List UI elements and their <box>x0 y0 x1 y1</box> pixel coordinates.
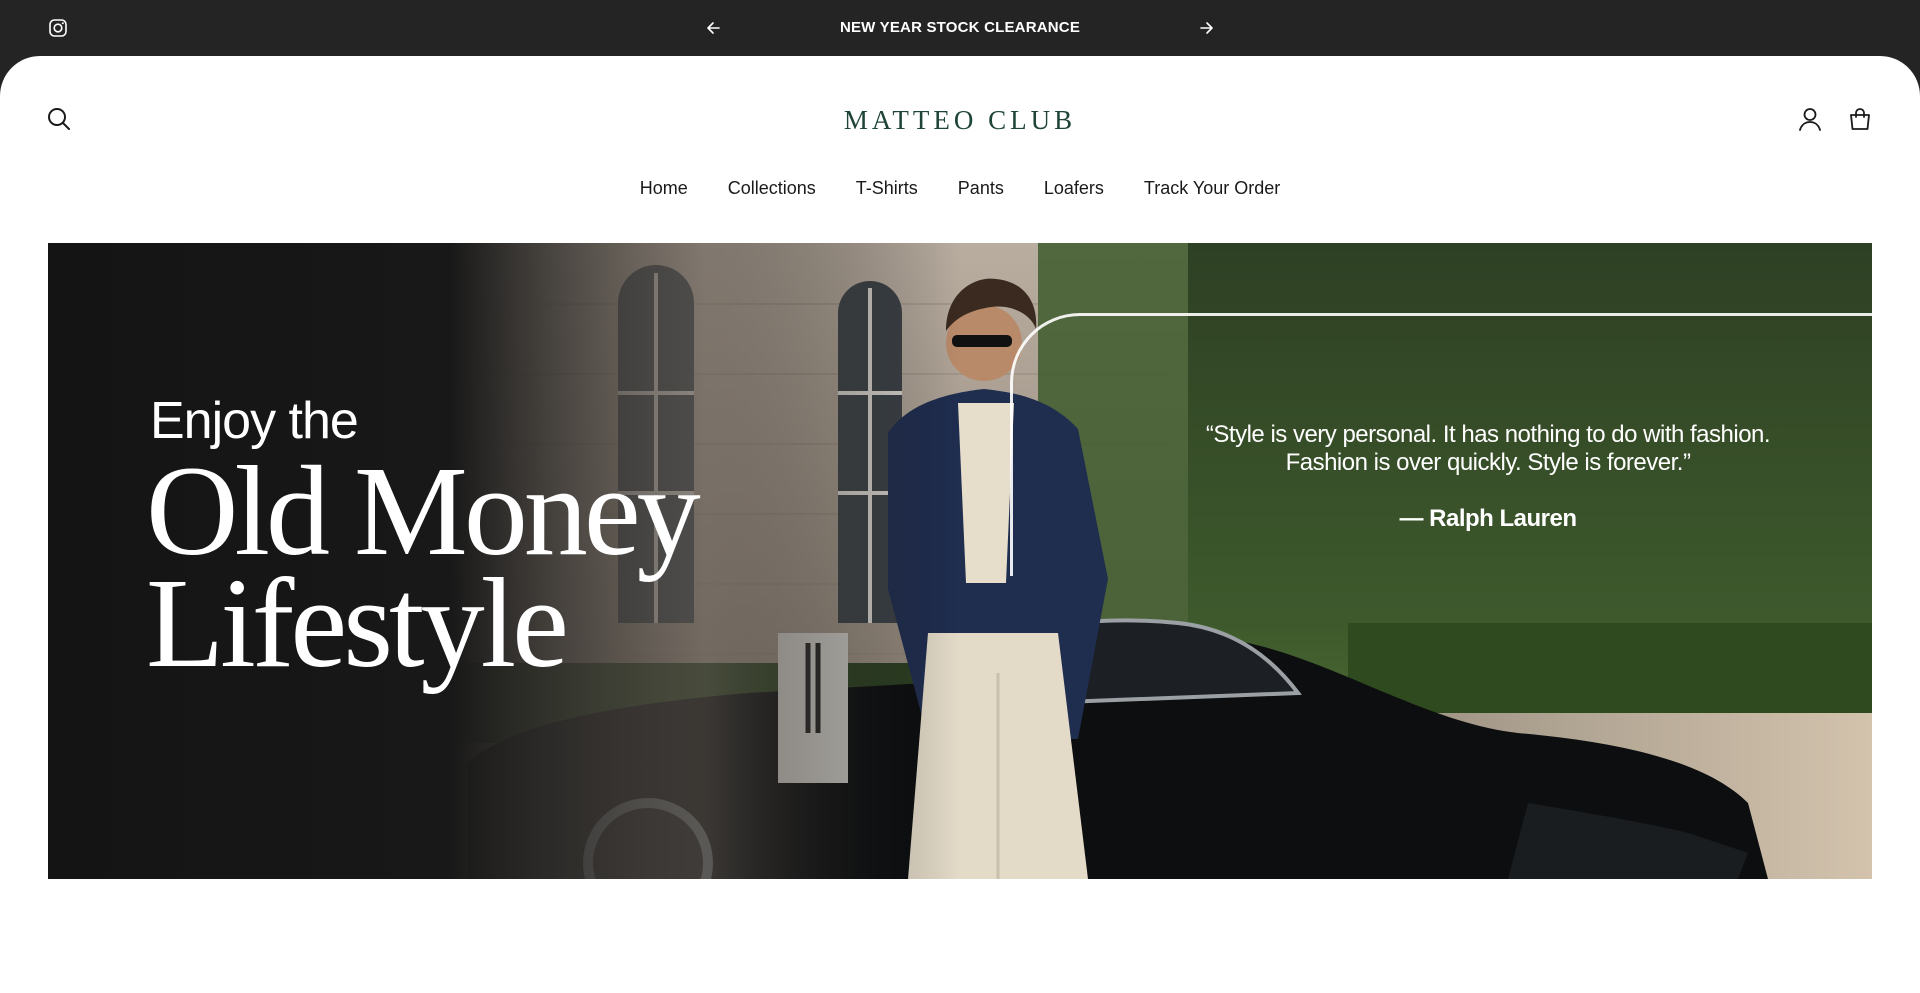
quote-line-2: Fashion is over quickly. Style is foreve… <box>1285 449 1691 476</box>
page-content: MATTEO CLUB Home Collections T-Shirts Pa… <box>0 56 1920 993</box>
announcement-bar: NEW YEAR STOCK CLEARANCE <box>0 0 1920 56</box>
nav-item-track-order[interactable]: Track Your Order <box>1144 176 1280 200</box>
instagram-icon[interactable] <box>48 18 68 38</box>
hero-banner[interactable]: Enjoy the Old Money Lifestyle “Style is … <box>48 243 1872 879</box>
nav-item-collections[interactable]: Collections <box>728 176 816 200</box>
announcement-message: NEW YEAR STOCK CLEARANCE <box>839 19 1081 36</box>
site-logo[interactable]: MATTEO CLUB <box>760 102 1160 138</box>
nav-item-home[interactable]: Home <box>640 176 688 200</box>
nav-item-pants[interactable]: Pants <box>958 176 1004 200</box>
arrow-left-icon[interactable] <box>703 17 725 39</box>
nav-item-loafers[interactable]: Loafers <box>1044 176 1104 200</box>
bag-icon[interactable] <box>1847 106 1873 132</box>
hero-quote: “Style is very personal. It has nothing … <box>1178 421 1798 477</box>
main-nav: Home Collections T-Shirts Pants Loafers … <box>0 176 1920 200</box>
quote-line-1: “Style is very personal. It has nothing … <box>1205 421 1771 448</box>
nav-item-t-shirts[interactable]: T-Shirts <box>856 176 918 200</box>
search-icon[interactable] <box>46 106 72 132</box>
arrow-right-icon[interactable] <box>1195 17 1217 39</box>
user-icon[interactable] <box>1797 106 1823 132</box>
hero-headline-2: Lifestyle <box>146 552 569 694</box>
quote-author: — Ralph Lauren <box>1399 505 1577 532</box>
